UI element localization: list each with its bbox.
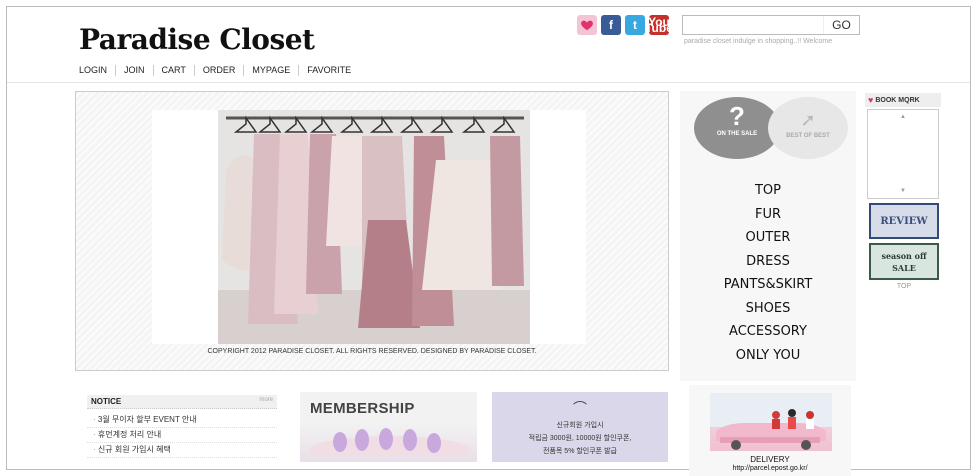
category-only-you[interactable]: ONLY YOU [680,344,856,368]
youtube-icon[interactable]: You Tube [645,15,673,35]
header-divider [7,82,970,83]
delivery-url[interactable]: http://parcel.epost.go.kr/ [689,465,851,472]
membership-banner[interactable]: MEMBERSHIP [300,392,477,462]
notice-item[interactable]: 3월 무이자 할부 EVENT 안내 [87,413,277,428]
heart-icon[interactable] [577,15,597,35]
search-input[interactable] [683,16,823,34]
sale-label: SALE [892,263,916,273]
best-of-best-button[interactable]: ➚ BEST OF BEST [768,97,848,159]
vintage-car-image [710,393,832,451]
bookmark-header: ♥ BOOK MQRK [865,93,941,107]
category-list: TOP FUR OUTER DRESS PANTS&SKIRT SHOES AC… [680,179,856,367]
season-off-sale-button[interactable]: season off SALE [869,243,939,280]
notice-title: NOTICE [91,397,122,406]
copyright-text: COPYRIGHT 2012 PARADISE CLOSET. ALL RIGH… [207,348,537,355]
nav-join[interactable]: JOIN [115,65,153,76]
tagline: paradise closet indulge in shopping..!! … [684,38,833,45]
best-of-best-label: BEST OF BEST [786,133,830,139]
twitter-icon[interactable]: t [625,15,645,35]
search-go-button[interactable]: GO [823,16,859,34]
heart-icon: ♥ [868,95,874,105]
review-button[interactable]: REVIEW [869,203,939,239]
site-logo[interactable]: Paradise Closet [79,23,315,56]
notice-board: NOTICE more 3월 무이자 할부 EVENT 안내 휴먼계정 처리 안… [87,395,277,458]
category-menu: ? ON THE SALE ➚ BEST OF BEST TOP FUR OUT… [680,91,856,381]
signup-benefit-banner[interactable]: ⌒ 신규회원 가입시 적립금 3000원, 10000원 할인쿠폰, 전품목 5… [492,392,668,462]
cursor-icon: ➚ [800,110,816,130]
delivery-panel[interactable]: DELIVERY http://parcel.epost.go.kr/ [689,385,851,476]
social-links: f t You Tube [577,15,673,35]
membership-title: MEMBERSHIP [310,400,415,417]
bookmark-panel: ♥ BOOK MQRK ▲ ▼ [865,93,941,199]
main-banner[interactable]: COPYRIGHT 2012 PARADISE CLOSET. ALL RIGH… [75,91,669,371]
season-off-label: season off [881,251,927,261]
search-box: GO [682,15,860,35]
signup-line-2: 적립금 3000원, 10000원 할인쿠폰, [528,435,632,442]
page-frame: Paradise Closet LOGIN JOIN CART ORDER MY… [6,6,971,476]
nav-cart[interactable]: CART [152,65,194,76]
category-accessory[interactable]: ACCESSORY [680,320,856,344]
bookmark-list[interactable]: ▲ ▼ [867,109,939,199]
scroll-down-icon[interactable]: ▼ [868,188,938,194]
category-outer[interactable]: OUTER [680,226,856,250]
notice-more-link[interactable]: more [259,397,273,406]
nav-mypage[interactable]: MYPAGE [243,65,298,76]
category-top[interactable]: TOP [680,179,856,203]
youtube-label: You Tube [645,15,673,35]
category-fur[interactable]: FUR [680,203,856,227]
facebook-icon[interactable]: f [601,15,621,35]
top-nav: LOGIN JOIN CART ORDER MYPAGE FAVORITE [79,65,359,76]
bookmark-title: BOOK MQRK [875,96,920,104]
nav-order[interactable]: ORDER [193,65,244,76]
notice-item[interactable]: 신규 회원 가입시 혜택 [87,443,277,458]
manicured-hand-image [310,428,470,456]
notice-item[interactable]: 휴먼계정 처리 안내 [87,428,277,443]
top-link[interactable]: TOP [869,283,939,290]
category-shoes[interactable]: SHOES [680,297,856,321]
nav-favorite[interactable]: FAVORITE [298,65,359,76]
category-pants-skirt[interactable]: PANTS&SKIRT [680,273,856,297]
signup-line-1: 신규회원 가입시 [556,422,604,429]
signup-line-3: 전품목 5% 할인쿠폰 발급 [543,448,617,455]
nav-login[interactable]: LOGIN [79,65,115,76]
clothes-rack-image [218,110,530,344]
hanger-icon: ⌒ [573,400,587,416]
scroll-up-icon[interactable]: ▲ [868,114,938,120]
delivery-title: DELIVERY [750,455,790,464]
notice-list: 3월 무이자 할부 EVENT 안내 휴먼계정 처리 안내 신규 회원 가입시 … [87,413,277,458]
notice-header: NOTICE more [87,395,277,409]
category-dress[interactable]: DRESS [680,250,856,274]
